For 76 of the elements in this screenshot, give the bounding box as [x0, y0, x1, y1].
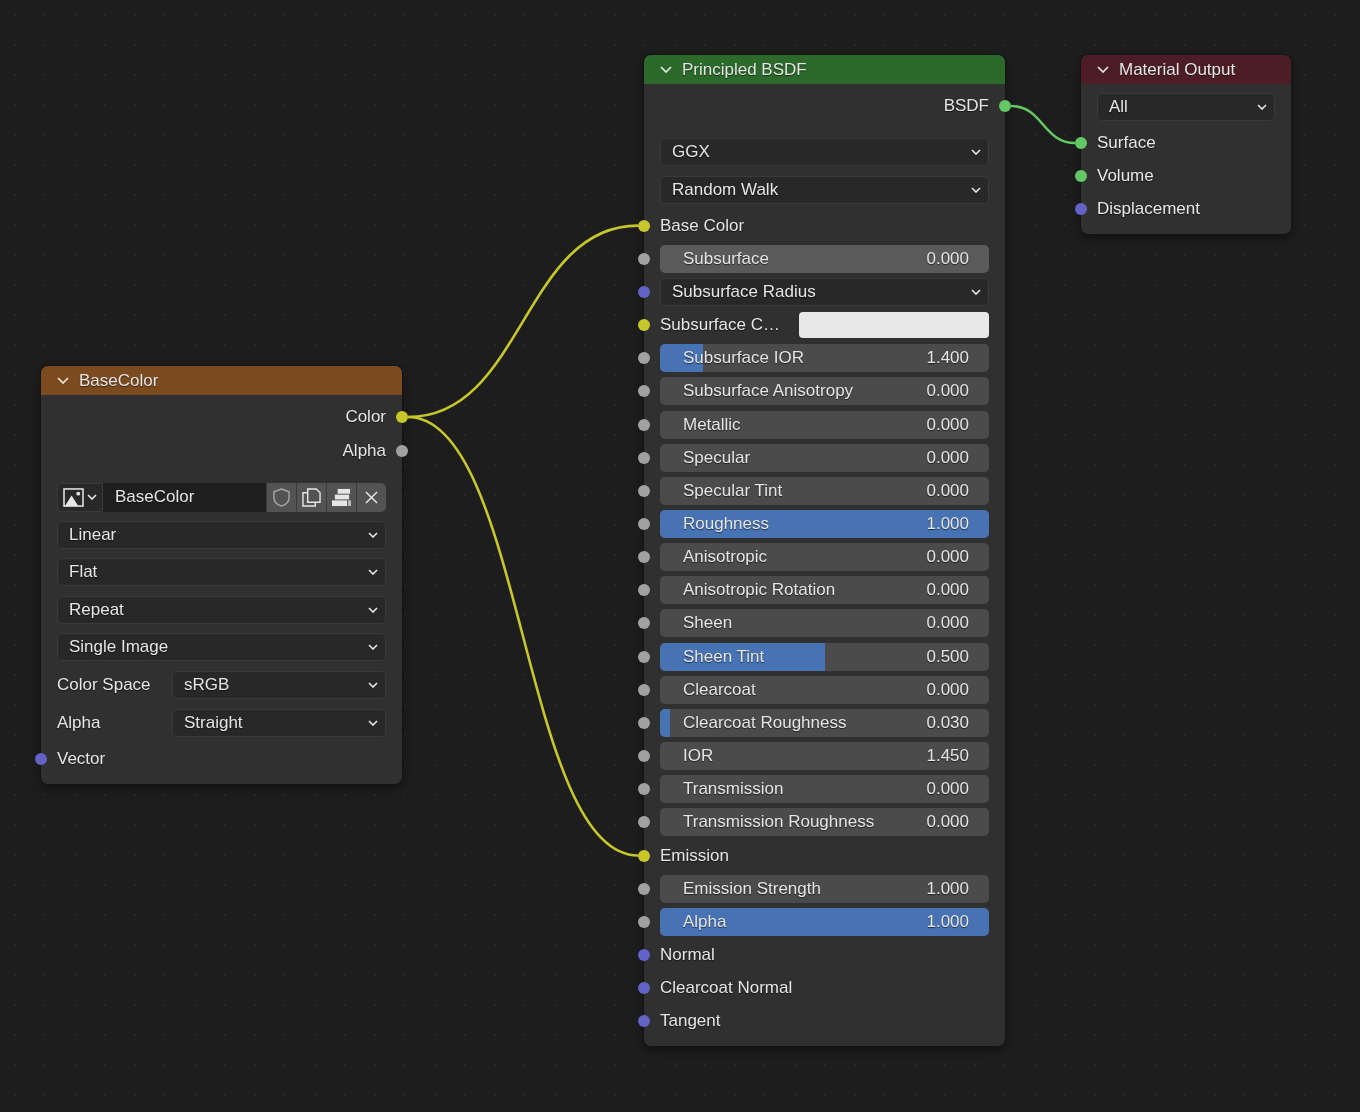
color-swatch-field[interactable] [799, 312, 989, 339]
socket-label: Alpha [342, 441, 386, 461]
close-button[interactable] [356, 482, 386, 512]
image-icon [63, 487, 84, 507]
value-slider[interactable]: Anisotropic 0.000 [660, 543, 989, 572]
dropdown-select[interactable]: sRGB [172, 670, 386, 699]
socket-label: Clearcoat Normal [660, 978, 793, 999]
stacked-boxes-button[interactable] [326, 482, 356, 512]
value-slider[interactable]: Anisotropic Rotation 0.000 [660, 576, 989, 605]
image-browse-button[interactable] [57, 482, 103, 512]
socket-label: Base Color [660, 215, 745, 236]
chevron-down-icon[interactable] [57, 377, 69, 384]
stacked-boxes-icon [331, 487, 352, 507]
socket-label: Vector [57, 748, 106, 769]
chevron-down-icon [87, 494, 97, 500]
value-slider[interactable]: Subsurface 0.000 [660, 244, 989, 273]
dropdown-select[interactable]: Random Walk [660, 175, 989, 204]
socket-label: Emission [660, 845, 729, 866]
dropdown-select[interactable]: Subsurface Radius [660, 277, 989, 306]
value-slider[interactable]: Transmission Roughness 0.000 [660, 808, 989, 837]
value-slider[interactable]: Clearcoat 0.000 [660, 675, 989, 704]
dropdown-select[interactable]: Single Image [57, 633, 386, 662]
socket-label: Surface [1097, 133, 1156, 153]
socket-label: Displacement [1097, 199, 1200, 220]
property-label: Color Space [57, 674, 152, 695]
node-title: BaseColor [79, 370, 159, 391]
value-slider[interactable]: Metallic 0.000 [660, 410, 989, 439]
chevron-down-icon [368, 531, 378, 538]
copy-button[interactable] [296, 482, 326, 512]
value-slider[interactable]: Clearcoat Roughness 0.030 [660, 708, 989, 737]
socket-dot-icon[interactable] [396, 411, 408, 423]
chevron-down-icon[interactable] [660, 66, 672, 73]
value-slider[interactable]: Roughness 1.000 [660, 510, 989, 538]
property-label: Alpha [57, 712, 102, 733]
chevron-down-icon [1257, 104, 1267, 110]
socket-dot-icon[interactable] [396, 445, 408, 457]
copy-icon [302, 487, 321, 507]
node-title: Material Output [1119, 59, 1236, 80]
image-name-field[interactable]: BaseColor [103, 482, 266, 512]
dropdown-select[interactable]: Straight [172, 708, 386, 737]
chevron-down-icon [368, 644, 378, 651]
value-slider[interactable]: Sheen Tint 0.500 [660, 642, 989, 671]
socket-dot-icon[interactable] [999, 100, 1011, 112]
chevron-down-icon [971, 288, 981, 295]
chevron-down-icon [368, 606, 378, 613]
value-slider[interactable]: Transmission 0.000 [660, 775, 989, 804]
socket-label: Tangent [660, 1011, 721, 1032]
socket-label: Volume [1097, 166, 1154, 187]
shield-button[interactable] [266, 482, 296, 512]
value-slider[interactable]: Subsurface Anisotropy 0.000 [660, 377, 989, 406]
socket-label: Subsurface C… [660, 315, 781, 336]
dropdown-select[interactable]: All [1097, 93, 1275, 121]
chevron-down-icon [368, 719, 378, 726]
node-link[interactable] [1010, 104, 1076, 145]
dropdown-select[interactable]: Repeat [57, 595, 386, 624]
value-slider[interactable]: Emission Strength 1.000 [660, 874, 989, 903]
dropdown-select[interactable]: Flat [57, 558, 386, 587]
close-icon [365, 490, 378, 504]
value-slider[interactable]: Specular 0.000 [660, 443, 989, 472]
value-slider[interactable]: IOR 1.450 [660, 742, 989, 771]
value-slider[interactable]: Alpha 1.000 [660, 907, 989, 936]
chevron-down-icon [971, 186, 981, 193]
socket-label: Color [345, 407, 386, 427]
value-slider[interactable]: Sheen 0.000 [660, 609, 989, 638]
chevron-down-icon [368, 681, 378, 688]
shield-icon [273, 487, 290, 507]
socket-label: Normal [660, 945, 715, 966]
node-title: Principled BSDF [682, 59, 807, 80]
socket-label: BSDF [943, 96, 989, 116]
dropdown-select[interactable]: Linear [57, 520, 386, 549]
node-link[interactable] [407, 415, 639, 857]
chevron-down-icon [971, 149, 981, 155]
chevron-down-icon[interactable] [1097, 66, 1109, 73]
value-slider[interactable]: Specular Tint 0.000 [660, 476, 989, 505]
chevron-down-icon [368, 569, 378, 576]
dropdown-select[interactable]: GGX [660, 138, 989, 166]
